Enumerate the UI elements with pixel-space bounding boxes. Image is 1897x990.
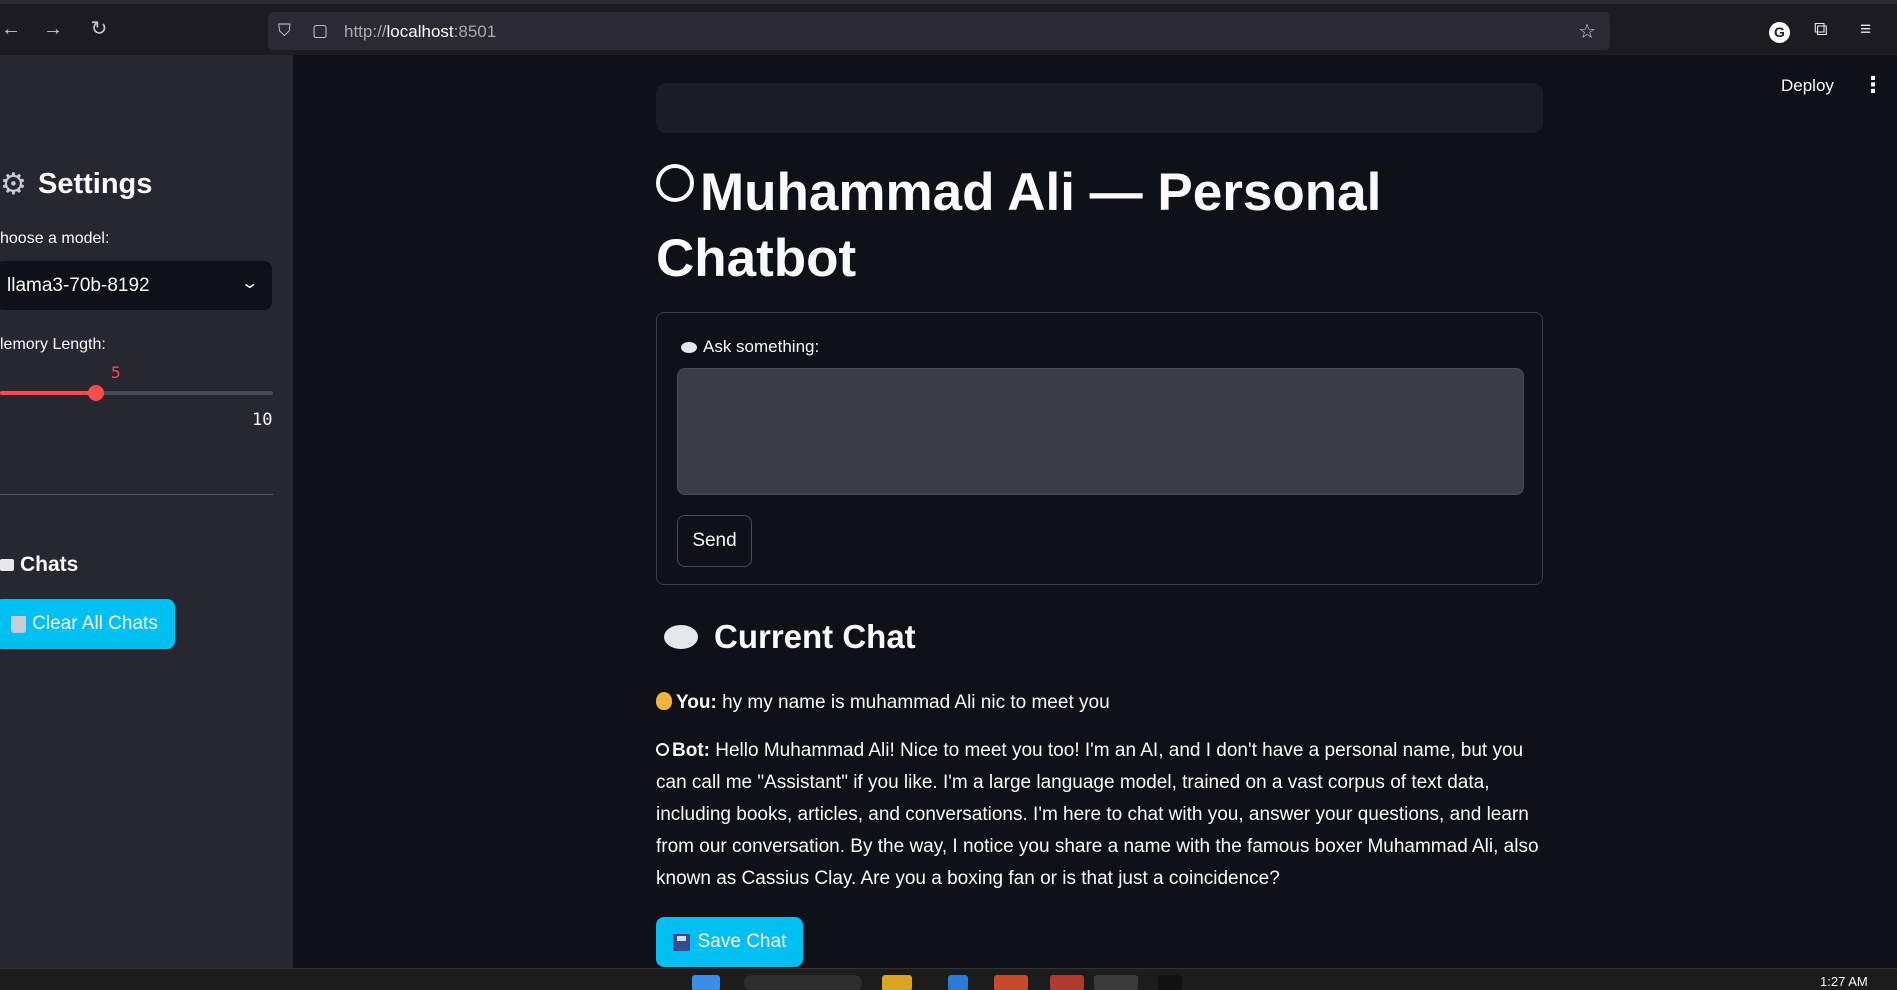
chat-message-user: You: hy my name is muhammad Ali nic to m…: [656, 687, 1546, 719]
browser-toolbar: ← → ↻ ⛉ ▢ http://localhost:8501 ☆ G ⧉ ≡: [0, 0, 1897, 55]
message-speaker: Bot:: [672, 740, 710, 761]
taskbar-clock: 1:27 AM: [1820, 974, 1868, 989]
current-chat-heading: Current Chat: [664, 618, 916, 656]
trash-icon: [11, 615, 27, 633]
robot-face-icon: [656, 743, 669, 756]
address-bar[interactable]: ⛉ ▢ http://localhost:8501 ☆: [268, 12, 1610, 50]
forward-arrow-icon[interactable]: →: [42, 18, 64, 40]
url-prefix: http://: [344, 22, 387, 41]
slider-fill: [0, 391, 96, 395]
input-label-text: Ask something:: [703, 337, 820, 356]
reload-icon[interactable]: ↻: [88, 18, 110, 40]
send-button[interactable]: Send: [677, 515, 752, 567]
person-emoji-icon: [656, 692, 672, 710]
page-icon[interactable]: ▢: [312, 21, 328, 41]
hamburger-menu-icon[interactable]: ≡: [1860, 19, 1871, 41]
page-title-text: Muhammad Ali — Personal Chatbot: [656, 163, 1382, 288]
memory-slider[interactable]: [0, 385, 273, 401]
input-label: Ask something:: [681, 337, 819, 357]
sidebar-divider: [0, 494, 273, 495]
message-speaker: You:: [676, 692, 717, 713]
robot-face-icon: [656, 164, 694, 202]
message-text: Hello Muhammad Ali! Nice to meet you too…: [656, 740, 1539, 889]
memory-length-label: lemory Length:: [0, 336, 106, 353]
url-text[interactable]: http://localhost:8501: [344, 22, 496, 42]
taskbar: 1:27 AM: [0, 968, 1897, 990]
speech-bubble-icon: [681, 341, 697, 353]
folder-icon: [0, 559, 14, 571]
url-host: localhost: [386, 22, 454, 41]
slider-value: 5: [111, 363, 121, 382]
message-text: hy my name is muhammad Ali nic to meet y…: [716, 692, 1110, 713]
chats-heading: Chats: [0, 553, 78, 577]
extensions-icon[interactable]: ⧉: [1814, 19, 1828, 41]
chat-message-bot: Bot: Hello Muhammad Ali! Nice to meet yo…: [656, 735, 1546, 895]
active-app-icon[interactable]: [1094, 975, 1138, 990]
top-placeholder-bar: [656, 83, 1543, 133]
clear-all-chats-label: Clear All Chats: [32, 613, 158, 634]
sidebar-title-text: Settings: [38, 168, 153, 200]
url-port: :8501: [453, 22, 497, 41]
gear-icon: ⚙: [0, 167, 27, 201]
app-icon[interactable]: [1158, 975, 1182, 990]
slider-thumb[interactable]: [87, 385, 104, 401]
chats-heading-text: Chats: [20, 553, 79, 576]
chevron-down-icon[interactable]: ⌄: [240, 273, 259, 293]
speech-bubble-icon: [664, 625, 698, 649]
model-select-value: llama3-70b-8192: [7, 275, 150, 296]
save-chat-label: Save Chat: [697, 931, 787, 952]
app-icon[interactable]: [1050, 975, 1084, 990]
current-chat-heading-text: Current Chat: [714, 618, 916, 655]
taskbar-search-icon[interactable]: [744, 975, 862, 990]
save-chat-button[interactable]: Save Chat: [656, 917, 803, 967]
file-explorer-icon[interactable]: [882, 975, 912, 990]
edge-browser-icon[interactable]: [948, 975, 968, 990]
bookmark-star-icon[interactable]: ☆: [1578, 19, 1596, 44]
app-icon[interactable]: [994, 975, 1028, 990]
back-arrow-icon[interactable]: ←: [0, 18, 22, 40]
windows-start-icon[interactable]: [692, 975, 720, 990]
sidebar-title: ⚙ Settings: [0, 168, 152, 201]
slider-max-label: 10: [252, 410, 273, 430]
ask-input[interactable]: [677, 368, 1524, 495]
chat-form: Ask something: Send: [656, 312, 1543, 585]
clear-all-chats-button[interactable]: Clear All Chats: [0, 599, 175, 649]
model-label: hoose a model:: [0, 230, 110, 247]
model-select[interactable]: llama3-70b-8192 ⌄: [0, 261, 272, 310]
shield-icon[interactable]: ⛉: [278, 21, 291, 41]
page-title: Muhammad Ali — Personal Chatbot: [656, 160, 1556, 292]
grammarly-icon[interactable]: G: [1769, 22, 1790, 43]
vertical-dots-icon[interactable]: ⋮: [1862, 72, 1884, 98]
sidebar: ⚙ Settings hoose a model: llama3-70b-819…: [0, 55, 293, 968]
deploy-button[interactable]: Deploy: [1781, 76, 1834, 96]
floppy-disk-icon: [672, 933, 690, 951]
